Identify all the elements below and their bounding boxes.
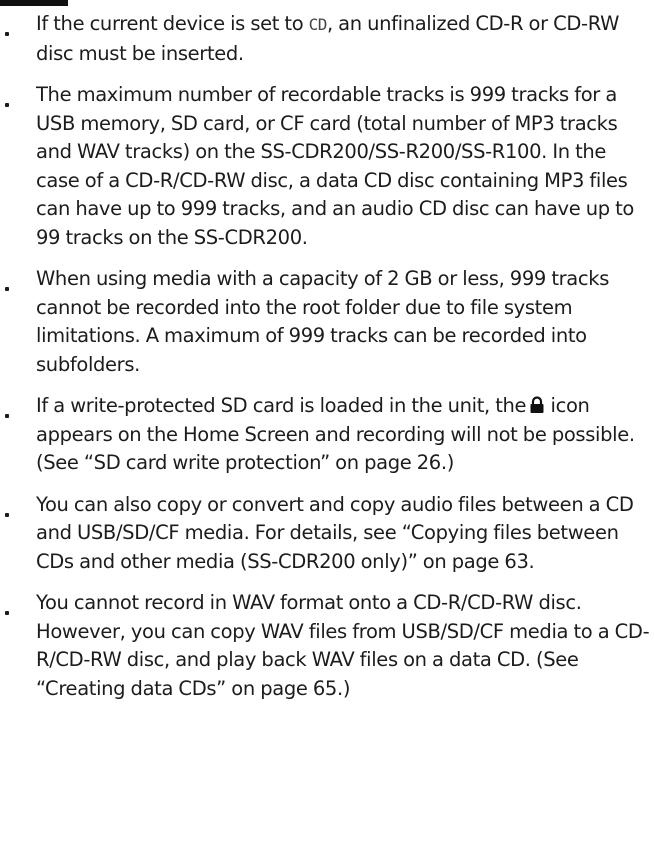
note-item-device-cd: If the current device is set to CD, an u… [0,10,654,68]
note-text: If a write-protected SD card is loaded i… [36,392,650,478]
bullet-icon [5,611,9,615]
lock-icon [530,396,544,413]
bullet-icon [5,414,9,418]
note-item-wav-format: You cannot record in WAV format onto a C… [0,589,654,703]
bullet-icon [5,103,9,107]
note-text: When using media with a capacity of 2 GB… [36,267,610,376]
lcd-cd-label: CD [308,15,328,34]
bullet-icon [5,512,9,517]
note-item-max-tracks: The maximum number of recordable tracks … [0,81,654,252]
note-text: The maximum number of recordable tracks … [36,83,634,249]
note-text: If the current device is set to CD, an u… [36,10,650,68]
notes-list: If the current device is set to CD, an u… [0,10,654,716]
note-text-start: If the current device is set to [36,12,309,35]
note-text: You cannot record in WAV format onto a C… [36,591,650,700]
note-text-start: If a write-protected SD card is loaded i… [36,394,527,417]
note-item-copy-convert: You can also copy or convert and copy au… [0,491,654,577]
bullet-icon [5,32,9,36]
bullet-icon [5,287,9,291]
section-header-bar [0,0,68,6]
note-text: You can also copy or convert and copy au… [36,492,634,573]
note-item-media-capacity: When using media with a capacity of 2 GB… [0,265,654,379]
note-item-write-protect: If a write-protected SD card is loaded i… [0,392,654,478]
